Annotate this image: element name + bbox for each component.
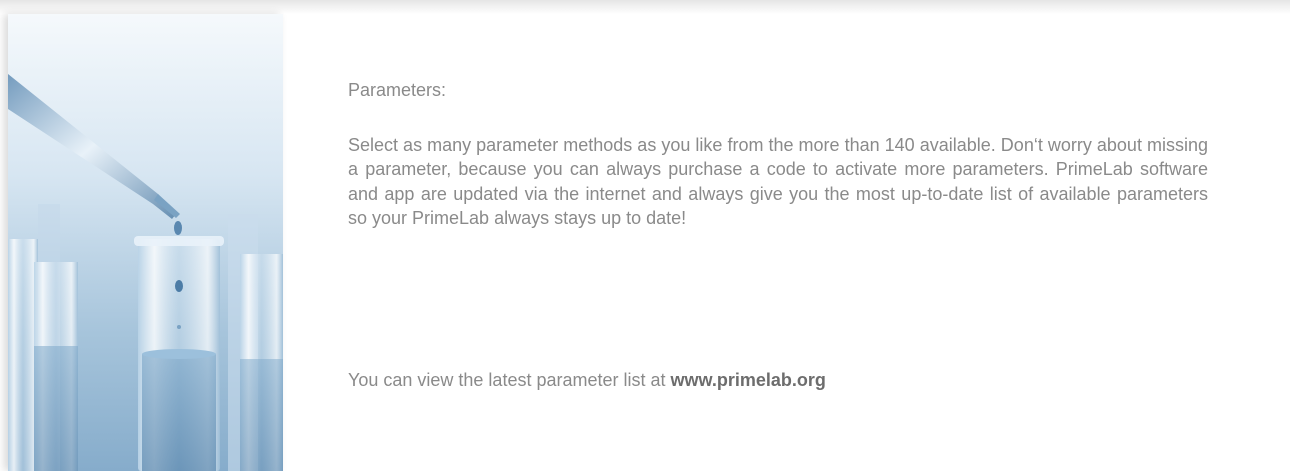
- top-edge-shadow: [0, 0, 1290, 14]
- parameters-section: Parameters: Select as many parameter met…: [348, 78, 1208, 231]
- lab-photo-illustration: [8, 14, 283, 471]
- section-body-text: Select as many parameter methods as you …: [348, 134, 1208, 229]
- section-heading: Parameters:: [348, 80, 447, 100]
- lab-photo-pipette-test-tubes: [8, 14, 283, 471]
- parameter-list-note-text: You can view the latest parameter list a…: [348, 370, 671, 390]
- parameter-list-note: You can view the latest parameter list a…: [348, 370, 826, 391]
- primelab-website-link[interactable]: www.primelab.org: [671, 370, 826, 390]
- page: Parameters: Select as many parameter met…: [0, 0, 1290, 471]
